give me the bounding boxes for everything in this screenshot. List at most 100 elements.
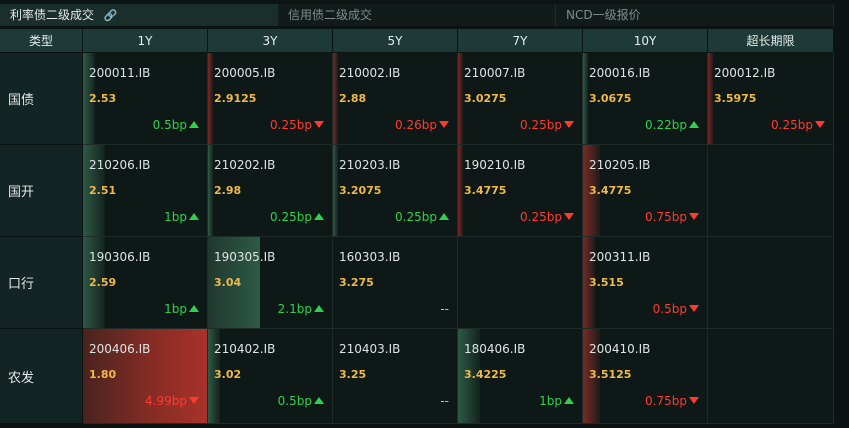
bond-yield: 3.515 (589, 276, 624, 289)
bond-yield: 2.51 (89, 184, 117, 197)
bond-code[interactable]: 200012.IB (714, 66, 775, 80)
change-value: 0.75bp (645, 210, 687, 224)
change-value: 0.25bp (520, 118, 562, 132)
bond-change: -- (440, 302, 449, 316)
triangle-up-icon (314, 305, 324, 312)
bond-code[interactable]: 190306.IB (89, 250, 150, 264)
bond-code[interactable]: 200311.IB (589, 250, 650, 264)
column-header-ultra-long[interactable]: 超长期限 (708, 29, 834, 53)
bond-code[interactable]: 210206.IB (89, 158, 150, 172)
column-header-7y[interactable]: 7Y (458, 29, 583, 53)
bond-change: 0.75bp (645, 210, 699, 224)
bond-change: 4.99bp (145, 394, 199, 408)
bond-code[interactable]: 200406.IB (89, 342, 150, 356)
bond-cell[interactable]: 180406.IB 3.4225 1bp (458, 329, 583, 424)
column-header-10y[interactable]: 10Y (583, 29, 708, 53)
tab-bar: 利率债二级成交 🔗 信用债二级成交 NCD一级报价 (0, 4, 834, 26)
bond-cell[interactable]: 210403.IB 3.25 -- (333, 329, 458, 424)
triangle-up-icon (689, 121, 699, 128)
bond-cell[interactable]: 200410.IB 3.5125 0.75bp (583, 329, 708, 424)
bond-cell[interactable]: 160303.IB 3.275 -- (333, 237, 458, 329)
bond-code[interactable]: 200410.IB (589, 342, 650, 356)
bond-yield: 3.0675 (589, 92, 632, 105)
bond-cell (708, 237, 834, 329)
bond-yield: 2.59 (89, 276, 117, 289)
bond-yield: 3.4775 (464, 184, 507, 197)
bond-code[interactable]: 200016.IB (589, 66, 650, 80)
bond-cell[interactable]: 200011.IB 2.53 0.5bp (83, 53, 208, 145)
change-value: 0.5bp (152, 118, 187, 132)
bond-yield: 3.0275 (464, 92, 507, 105)
change-value: 0.5bp (277, 394, 312, 408)
bond-code[interactable]: 210202.IB (214, 158, 275, 172)
column-header-1y[interactable]: 1Y (83, 29, 208, 53)
tab-label: 信用债二级成交 (288, 8, 373, 22)
bond-cell[interactable]: 200012.IB 3.5975 0.25bp (708, 53, 834, 145)
tab-rate-bond-secondary[interactable]: 利率债二级成交 🔗 (0, 4, 278, 26)
bond-code[interactable]: 190210.IB (464, 158, 525, 172)
change-magnitude-bar (458, 53, 463, 144)
triangle-up-icon (314, 213, 324, 220)
bond-cell[interactable]: 210202.IB 2.98 0.25bp (208, 145, 333, 237)
bond-yield: 3.5125 (589, 368, 632, 381)
bond-code[interactable]: 180406.IB (464, 342, 525, 356)
triangle-down-icon (439, 121, 449, 128)
bond-code[interactable]: 200005.IB (214, 66, 275, 80)
change-value: 0.25bp (395, 210, 437, 224)
bond-cell (708, 145, 834, 237)
bond-yield: 3.04 (214, 276, 242, 289)
bond-cell[interactable]: 200311.IB 3.515 0.5bp (583, 237, 708, 329)
bond-code[interactable]: 210203.IB (339, 158, 400, 172)
bond-cell[interactable]: 200005.IB 2.9125 0.25bp (208, 53, 333, 145)
bond-yield: 3.5975 (714, 92, 757, 105)
column-header-3y[interactable]: 3Y (208, 29, 333, 53)
bond-cell[interactable]: 210205.IB 3.4775 0.75bp (583, 145, 708, 237)
bond-code[interactable]: 210403.IB (339, 342, 400, 356)
column-header-5y[interactable]: 5Y (333, 29, 458, 53)
bond-cell[interactable]: 210007.IB 3.0275 0.25bp (458, 53, 583, 145)
bond-change: 0.25bp (395, 210, 449, 224)
bond-cell[interactable]: 210002.IB 2.88 0.26bp (333, 53, 458, 145)
triangle-down-icon (189, 397, 199, 404)
tab-label: NCD一级报价 (566, 8, 641, 22)
tab-credit-bond-secondary[interactable]: 信用债二级成交 (278, 4, 556, 26)
bond-cell[interactable]: 200016.IB 3.0675 0.22bp (583, 53, 708, 145)
bond-cell[interactable]: 190210.IB 3.4775 0.25bp (458, 145, 583, 237)
bond-code[interactable]: 210007.IB (464, 66, 525, 80)
bond-code[interactable]: 200011.IB (89, 66, 150, 80)
bond-cell[interactable]: 210402.IB 3.02 0.5bp (208, 329, 333, 424)
bond-code[interactable]: 210205.IB (589, 158, 650, 172)
bond-cell[interactable]: 210206.IB 2.51 1bp (83, 145, 208, 237)
triangle-down-icon (689, 397, 699, 404)
change-magnitude-bar (333, 53, 338, 144)
triangle-down-icon (815, 121, 825, 128)
bond-code[interactable]: 190305.IB (214, 250, 275, 264)
change-value: -- (440, 394, 449, 408)
bond-code[interactable]: 210002.IB (339, 66, 400, 80)
bond-change: 1bp (164, 302, 199, 316)
bond-cell[interactable]: 210203.IB 3.2075 0.25bp (333, 145, 458, 237)
bond-change: 0.22bp (645, 118, 699, 132)
row-header: 农发 (0, 329, 83, 424)
triangle-down-icon (314, 121, 324, 128)
bond-cell[interactable]: 190306.IB 2.59 1bp (83, 237, 208, 329)
bond-cell[interactable]: 190305.IB 3.04 2.1bp (208, 237, 333, 329)
bond-cell (458, 237, 583, 329)
triangle-up-icon (439, 213, 449, 220)
bond-code[interactable]: 160303.IB (339, 250, 400, 264)
bond-code[interactable]: 210402.IB (214, 342, 275, 356)
triangle-up-icon (189, 305, 199, 312)
bond-cell[interactable]: 200406.IB 1.80 4.99bp (83, 329, 208, 424)
bond-cell (708, 329, 834, 424)
bond-change: 2.1bp (278, 302, 324, 316)
change-value: 1bp (164, 302, 187, 316)
tab-ncd-primary-quote[interactable]: NCD一级报价 (556, 4, 834, 26)
bond-yield: 3.4225 (464, 368, 507, 381)
bond-change: 0.25bp (771, 118, 825, 132)
change-value: 1bp (164, 210, 187, 224)
link-icon[interactable]: 🔗 (104, 5, 118, 27)
bond-change: 0.5bp (278, 394, 324, 408)
column-header-type: 类型 (0, 29, 83, 53)
change-value: 0.5bp (652, 302, 687, 316)
triangle-down-icon (564, 213, 574, 220)
